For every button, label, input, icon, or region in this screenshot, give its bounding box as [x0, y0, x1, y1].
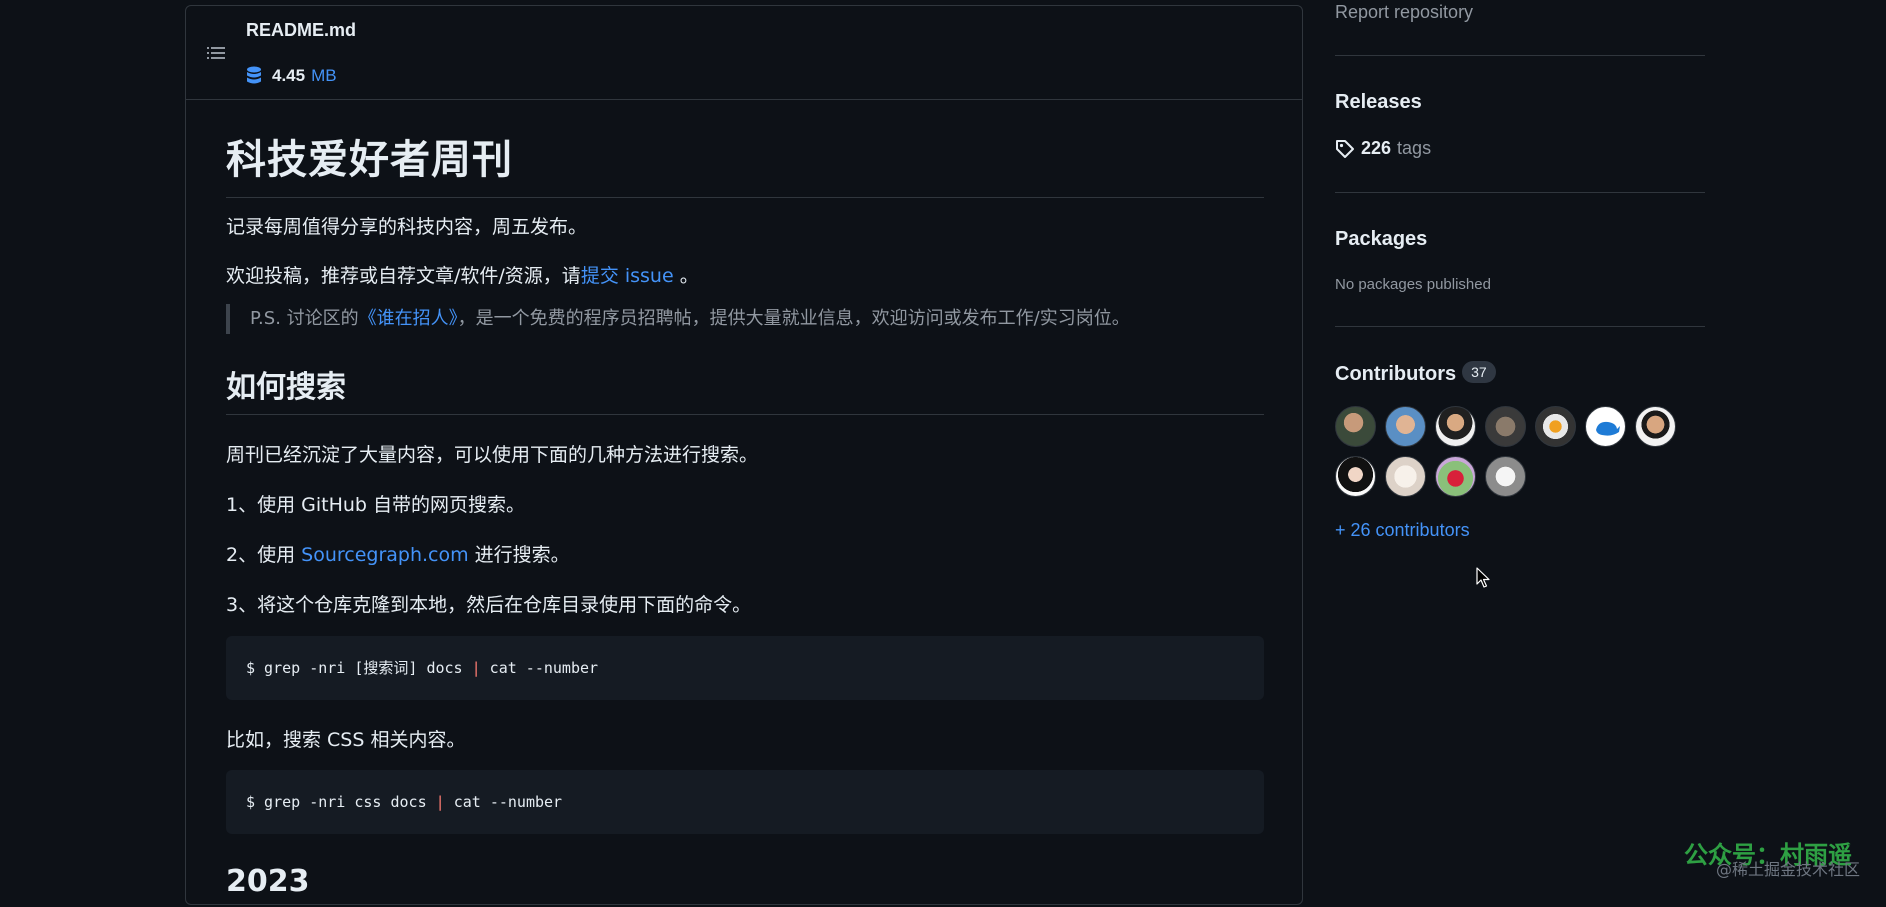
tags-count: 226	[1361, 138, 1392, 158]
readme-file-name: README.md	[246, 20, 357, 40]
mouse-cursor-icon	[1476, 567, 1490, 588]
packages-heading[interactable]: Packages	[1335, 228, 1427, 251]
code-block-css[interactable]: $ grep -nri css docs | cat --number	[226, 770, 1264, 834]
watermark-community: @稀土掘金技术社区	[1716, 860, 1861, 879]
who-is-hiring-link[interactable]: 《谁在招人》	[359, 308, 458, 329]
file-size-unit: MB	[311, 66, 337, 85]
divider	[1335, 192, 1705, 193]
contributor-avatar[interactable]	[1335, 406, 1376, 447]
tags-link[interactable]: 226 tags	[1335, 138, 1431, 159]
report-repository-link[interactable]: Report repository	[1335, 2, 1473, 23]
contributor-avatar[interactable]	[1435, 456, 1476, 497]
divider	[1335, 326, 1705, 327]
tags-label: tags	[1397, 138, 1432, 158]
readme-header: README.md 4.45 MB	[186, 6, 1302, 100]
contributor-avatar[interactable]	[1335, 456, 1376, 497]
releases-heading[interactable]: Releases	[1335, 91, 1422, 114]
contribute-text: 欢迎投稿，推荐或自荐文章/软件/资源，请	[226, 265, 581, 287]
readme-panel: README.md 4.45 MB 科技爱好者周刊 记录每周值得分享的科技内容，…	[185, 5, 1303, 905]
section-heading-year: 2023	[226, 864, 310, 899]
contributor-avatar[interactable]	[1385, 406, 1426, 447]
method-2-suffix: 进行搜索。	[468, 544, 570, 566]
code-pipe: |	[471, 659, 481, 677]
contributors-heading[interactable]: Contributors 37	[1335, 361, 1496, 386]
code-text: $ grep -nri [搜索词] docs	[246, 659, 472, 677]
contribute-paragraph: 欢迎投稿，推荐或自荐文章/软件/资源，请提交 issue 。	[226, 261, 699, 288]
contributor-avatar[interactable]	[1435, 406, 1476, 447]
code-pipe: |	[435, 793, 445, 811]
search-method-3: 3、将这个仓库克隆到本地，然后在仓库目录使用下面的命令。	[226, 594, 752, 616]
contributor-avatar[interactable]	[1535, 406, 1576, 447]
contributor-avatar[interactable]	[1635, 406, 1676, 447]
code-text-end: cat --number	[480, 659, 599, 677]
contributor-avatar[interactable]	[1385, 456, 1426, 497]
divider	[1335, 55, 1705, 56]
search-intro: 周刊已经沉淀了大量内容，可以使用下面的几种方法进行搜索。	[226, 444, 759, 466]
section-heading-search: 如何搜索	[226, 362, 1264, 415]
outline-list-icon[interactable]	[207, 44, 225, 62]
code-text-end: cat --number	[444, 793, 563, 811]
example-text: 比如，搜索 CSS 相关内容。	[226, 729, 466, 751]
contributor-avatar[interactable]	[1485, 406, 1526, 447]
contribute-suffix: 。	[673, 265, 699, 287]
method-2-prefix: 2、使用	[226, 544, 302, 566]
ps-suffix: ，是一个免费的程序员招聘帖，提供大量就业信息，欢迎访问或发布工作/实习岗位。	[457, 308, 1130, 329]
ps-text: P.S. 讨论区的	[250, 308, 359, 329]
contributors-count-badge: 37	[1462, 361, 1496, 383]
search-method-2: 2、使用 Sourcegraph.com 进行搜索。	[226, 540, 570, 567]
submit-issue-link[interactable]: 提交 issue	[581, 265, 674, 287]
tag-icon	[1336, 139, 1354, 158]
more-contributors-link[interactable]: + 26 contributors	[1335, 520, 1470, 541]
database-icon	[247, 66, 261, 84]
contributor-avatar[interactable]	[1585, 406, 1626, 447]
code-block-grep[interactable]: $ grep -nri [搜索词] docs | cat --number	[226, 636, 1264, 700]
contributor-avatar[interactable]	[1485, 456, 1526, 497]
contributors-label: Contributors	[1335, 363, 1457, 385]
ps-blockquote: P.S. 讨论区的《谁在招人》，是一个免费的程序员招聘帖，提供大量就业信息，欢迎…	[226, 304, 1130, 334]
search-method-1: 1、使用 GitHub 自带的网页搜索。	[226, 494, 526, 516]
whale-icon	[1596, 421, 1620, 436]
file-size: 4.45 MB	[246, 66, 337, 86]
sourcegraph-link[interactable]: Sourcegraph.com	[301, 544, 469, 566]
intro-text: 记录每周值得分享的科技内容，周五发布。	[226, 216, 588, 238]
code-text: $ grep -nri css docs	[246, 793, 436, 811]
readme-title: 科技爱好者周刊	[226, 127, 1264, 198]
file-size-number: 4.45	[272, 66, 306, 85]
no-packages-text: No packages published	[1335, 276, 1491, 293]
